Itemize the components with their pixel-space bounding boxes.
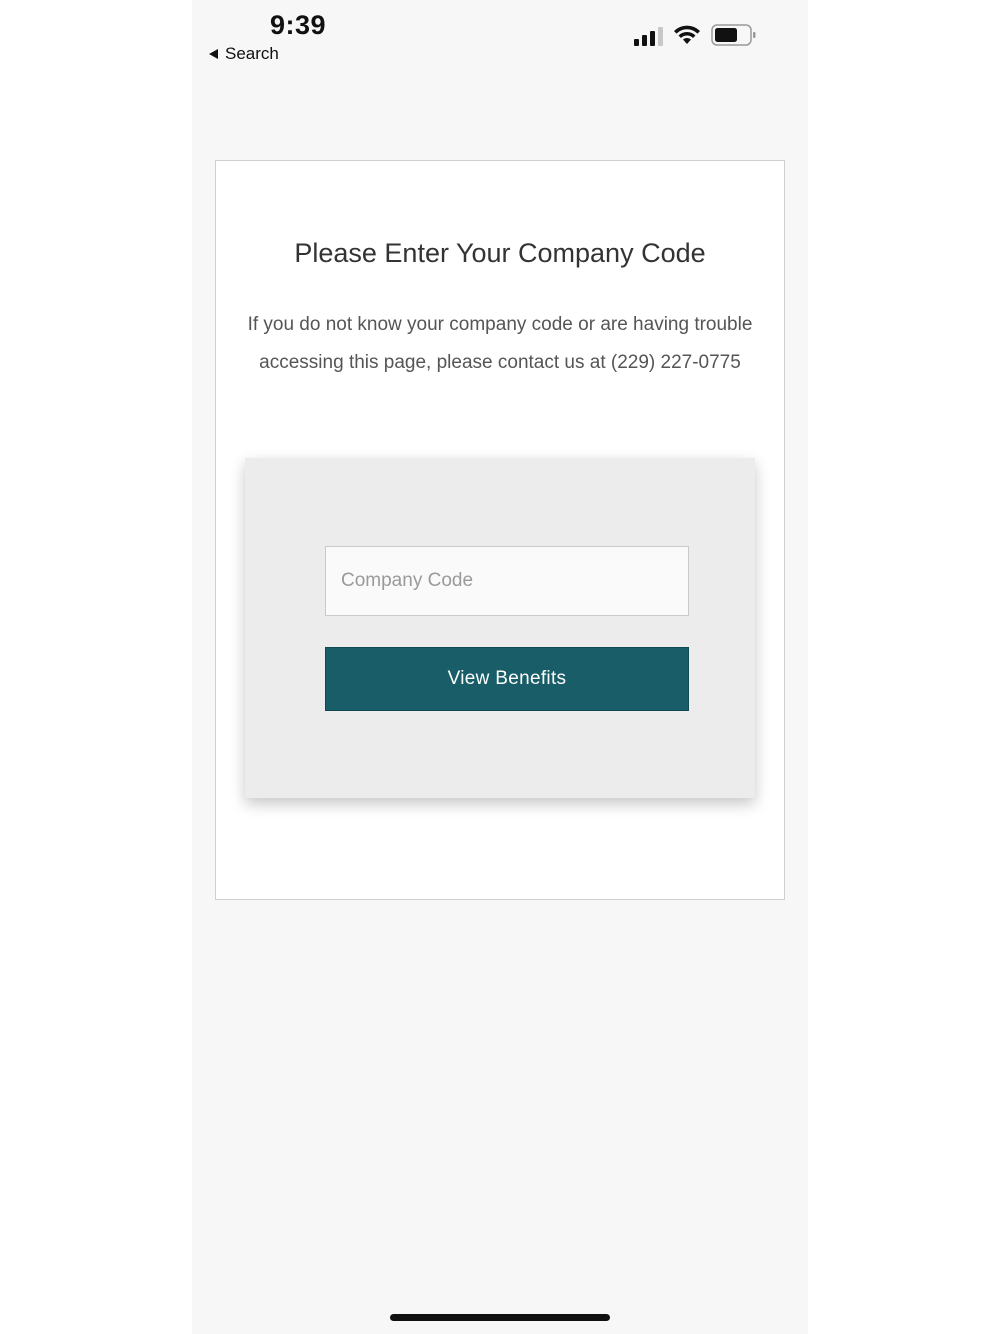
phone-screen: 9:39 Search Please Enter Your Company Co… <box>192 0 808 1334</box>
status-time: 9:39 <box>270 10 327 40</box>
cellular-signal-icon <box>634 24 663 46</box>
status-icons <box>634 24 757 46</box>
view-benefits-button[interactable]: View Benefits <box>325 647 689 711</box>
page-title: Please Enter Your Company Code <box>294 238 706 268</box>
battery-icon <box>711 24 756 46</box>
wifi-icon <box>674 25 700 44</box>
help-text: If you do not know your company code or … <box>247 314 753 373</box>
home-indicator <box>390 1314 610 1321</box>
company-code-card: Please Enter Your Company Code If you do… <box>215 160 785 900</box>
company-code-input[interactable] <box>325 546 689 616</box>
code-form-panel: View Benefits <box>245 458 755 798</box>
back-arrow-icon <box>209 49 218 59</box>
back-to-search-button[interactable]: Search <box>209 44 279 64</box>
back-label: Search <box>225 44 279 63</box>
